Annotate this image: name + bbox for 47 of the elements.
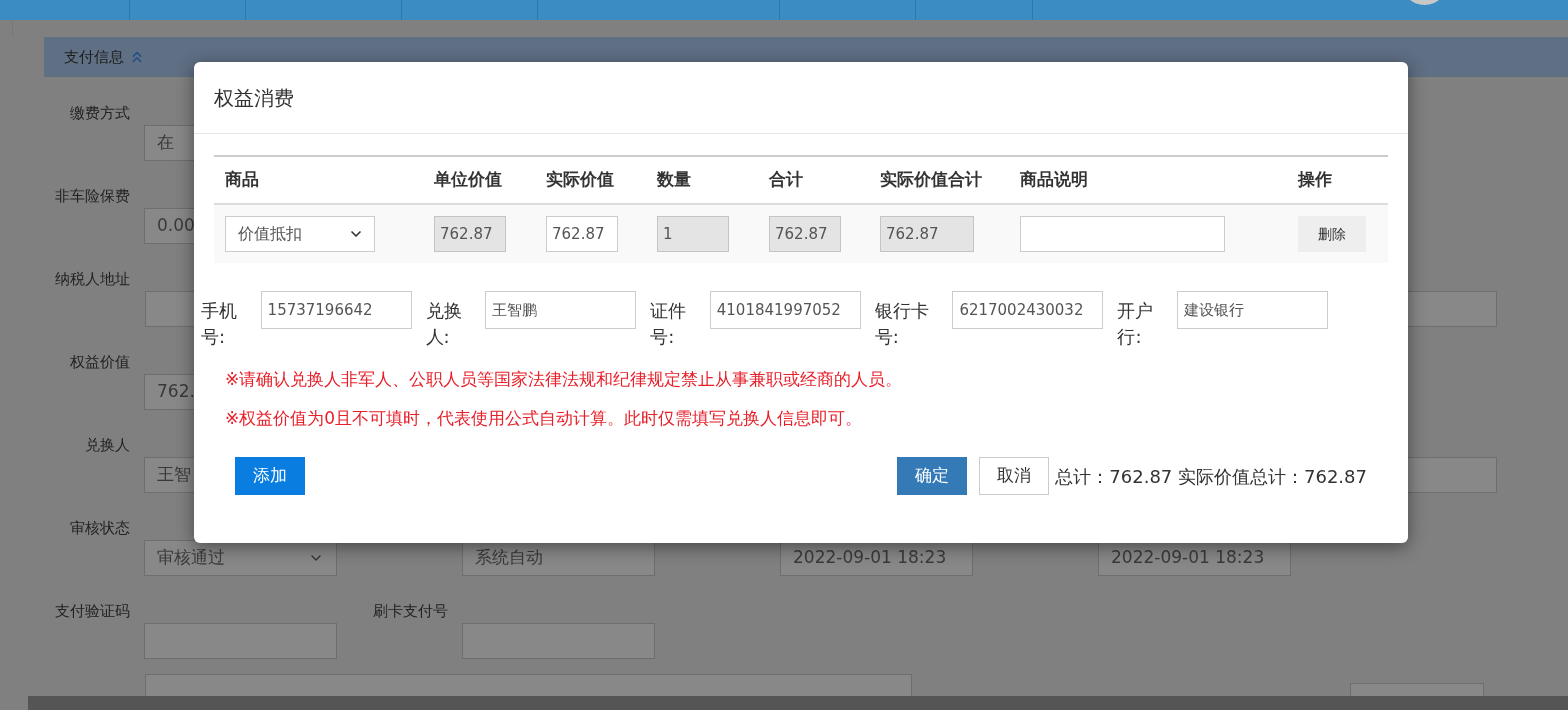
text-field[interactable]: 15737196642 [260,291,412,329]
cancel-button[interactable]: 取消 [979,457,1050,495]
text-field[interactable]: 建设银行 [1176,291,1328,329]
column-header: 实际价值合计 [880,169,982,190]
warning-text: ※请确认兑换人非军人、公职人员等国家法律法规和纪律规定禁止从事兼职或经商的人员。 [225,368,904,391]
warning-text: ※权益价值为0且不可填时，代表使用公式自动计算。此时仅需填写兑换人信息即可。 [225,407,864,430]
value-field[interactable]: 762.87 [880,216,974,252]
confirm-button[interactable]: 确定 [897,457,968,495]
field-label: 手机号: [201,299,238,349]
field-label: 纳税人地址 [55,269,130,290]
section-title: 支付信息 [64,46,124,68]
value-field[interactable] [1020,216,1225,252]
field-label: 审核状态 [70,518,130,539]
field-label: 缴费方式 [70,103,130,124]
totals-text: 总计：762.87 实际价值总计：762.87 [1055,464,1367,489]
column-header: 商品 [225,169,259,190]
value-field[interactable]: 1 [657,216,729,252]
field-label: 兑换人 [85,435,130,456]
field-label: 证件号: [650,299,688,349]
text-field[interactable] [145,674,912,696]
text-field[interactable]: 4101841997052 [709,291,861,329]
text-field[interactable] [1350,683,1484,696]
status-select[interactable]: 审核通过 [144,540,337,576]
field-label: 支付验证码 [55,601,130,622]
value-field[interactable]: 762.87 [769,216,841,252]
text-field[interactable]: 王智鹏 [485,291,637,329]
delete-button[interactable]: 删除 [1298,216,1366,252]
text-field[interactable]: 6217002430032 [952,291,1104,329]
value-field[interactable]: 762.87 [546,216,618,252]
column-header: 操作 [1298,169,1332,190]
column-header: 单位价值 [434,169,502,190]
text-field[interactable] [462,623,655,659]
product-select[interactable]: 价值抵扣 [225,216,375,252]
field-label: 权益价值 [70,352,130,373]
add-button[interactable]: 添加 [235,457,305,495]
field-label: 银行卡号: [874,299,930,349]
value-field[interactable]: 762.87 [434,216,506,252]
column-header: 商品说明 [1020,169,1088,190]
text-field[interactable] [144,623,337,659]
dialog-title: 权益消费 [214,84,294,112]
field-label: 刷卡支付号 [373,601,448,622]
column-header: 实际价值 [546,169,614,190]
column-header: 数量 [657,169,691,190]
field-label: 非车险保费 [55,186,130,207]
field-label: 兑换人: [425,299,463,349]
column-header: 合计 [769,169,803,190]
field-label: 开户行: [1117,299,1155,349]
